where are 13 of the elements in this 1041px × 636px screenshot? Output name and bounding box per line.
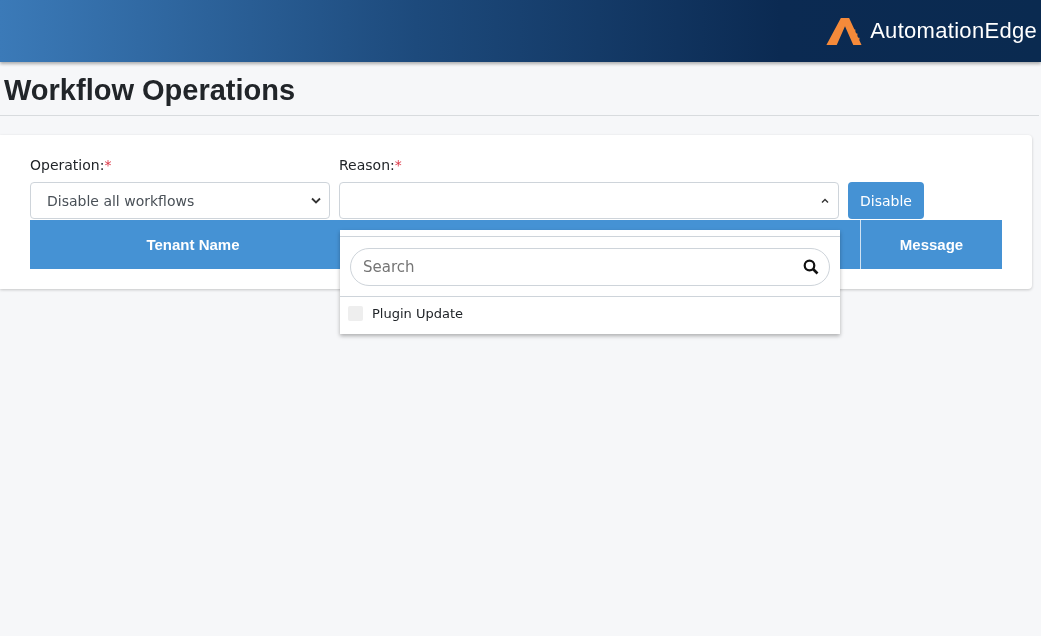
operation-select[interactable]: Disable all workflows bbox=[30, 182, 330, 219]
chevron-down-icon bbox=[311, 197, 321, 204]
field-label: Reason:* bbox=[339, 157, 403, 173]
column-header: Message bbox=[860, 220, 1002, 269]
search-field[interactable]: Search bbox=[350, 248, 830, 286]
reason-select[interactable] bbox=[339, 182, 839, 219]
field-label: Operation:* bbox=[30, 157, 113, 173]
dropdown-option[interactable]: Plugin Update bbox=[340, 297, 840, 334]
search-icon bbox=[803, 259, 819, 275]
brand-name: AutomationEdge bbox=[870, 18, 1037, 44]
chevron-up-icon bbox=[820, 197, 830, 204]
column-header: Tenant Name bbox=[145, 235, 241, 255]
page-title: Workflow Operations bbox=[3, 73, 297, 108]
